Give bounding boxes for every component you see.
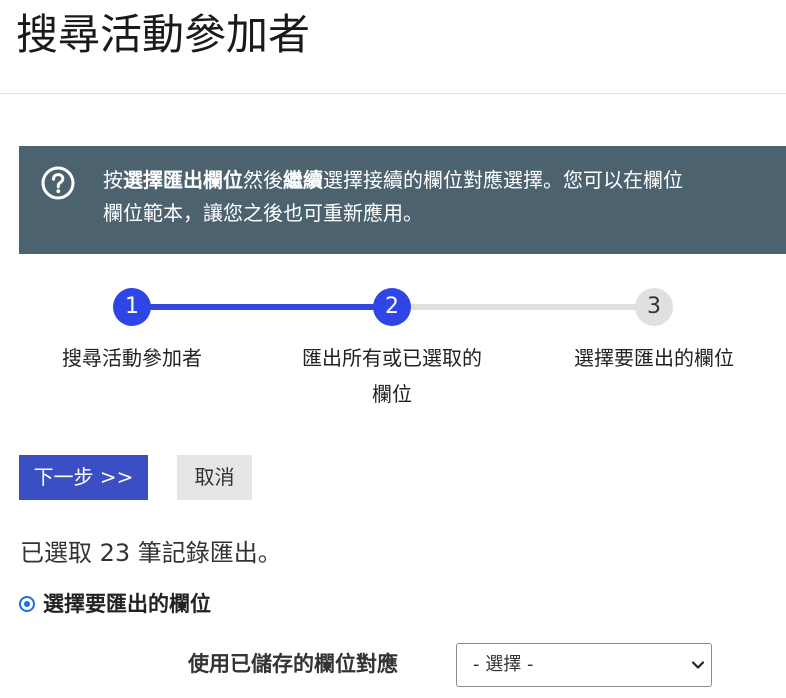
help-text-mid: 然後 <box>243 168 283 192</box>
step-2-label-line-2: 欄位 <box>372 382 412 406</box>
help-text-bold-export: 選擇匯出欄位 <box>123 168 243 192</box>
page-title: 搜尋活動參加者 <box>16 10 311 59</box>
step-3-circle: 3 <box>635 288 673 326</box>
help-text-bold-continue: 繼續 <box>283 168 323 192</box>
question-circle-icon <box>41 166 75 200</box>
export-wizard-page: 搜尋活動參加者 按選擇匯出欄位然後繼續選擇接續的欄位對應選擇。您可以在欄位 欄位… <box>0 0 786 698</box>
step-2-label-line-1: 匯出所有或已選取的 <box>302 346 482 370</box>
step-1-circle: 1 <box>113 288 151 326</box>
export-fields-radio[interactable] <box>19 596 35 612</box>
next-button[interactable]: 下一步 >> <box>19 455 148 500</box>
help-text: 按選擇匯出欄位然後繼續選擇接續的欄位對應選擇。您可以在欄位 欄位範本，讓您之後也… <box>103 164 786 230</box>
help-text-line-1: 按選擇匯出欄位然後繼續選擇接續的欄位對應選擇。您可以在欄位 <box>103 164 786 197</box>
cancel-button[interactable]: 取消 <box>177 455 252 500</box>
saved-mapping-label: 使用已儲存的欄位對應 <box>188 652 398 676</box>
help-text-suffix: 選擇接續的欄位對應選擇。您可以在欄位 <box>323 168 683 192</box>
selected-records-summary: 已選取 23 筆記錄匯出。 <box>20 539 282 567</box>
stepper-line-pending <box>392 304 654 310</box>
help-text-prefix: 按 <box>103 168 123 192</box>
step-1-label: 搜尋活動參加者 <box>62 346 202 370</box>
chevron-down-icon <box>691 661 705 669</box>
page-header: 搜尋活動參加者 <box>0 0 786 94</box>
progress-stepper: 1 2 3 搜尋活動參加者 匯出所有或已選取的 欄位 選擇要匯出的欄位 <box>0 282 786 422</box>
saved-mapping-select[interactable]: - 選擇 - <box>456 643 712 687</box>
step-3-label: 選擇要匯出的欄位 <box>574 346 734 370</box>
stepper-line-complete <box>132 304 392 310</box>
step-2-label: 匯出所有或已選取的 欄位 <box>272 340 512 412</box>
export-fields-radio-label[interactable]: 選擇要匯出的欄位 <box>43 588 211 620</box>
saved-mapping-selected-value: - 選擇 - <box>473 654 534 675</box>
help-text-line-2: 欄位範本，讓您之後也可重新應用。 <box>103 201 423 225</box>
step-2-circle: 2 <box>373 288 411 326</box>
help-banner: 按選擇匯出欄位然後繼續選擇接續的欄位對應選擇。您可以在欄位 欄位範本，讓您之後也… <box>19 146 786 254</box>
